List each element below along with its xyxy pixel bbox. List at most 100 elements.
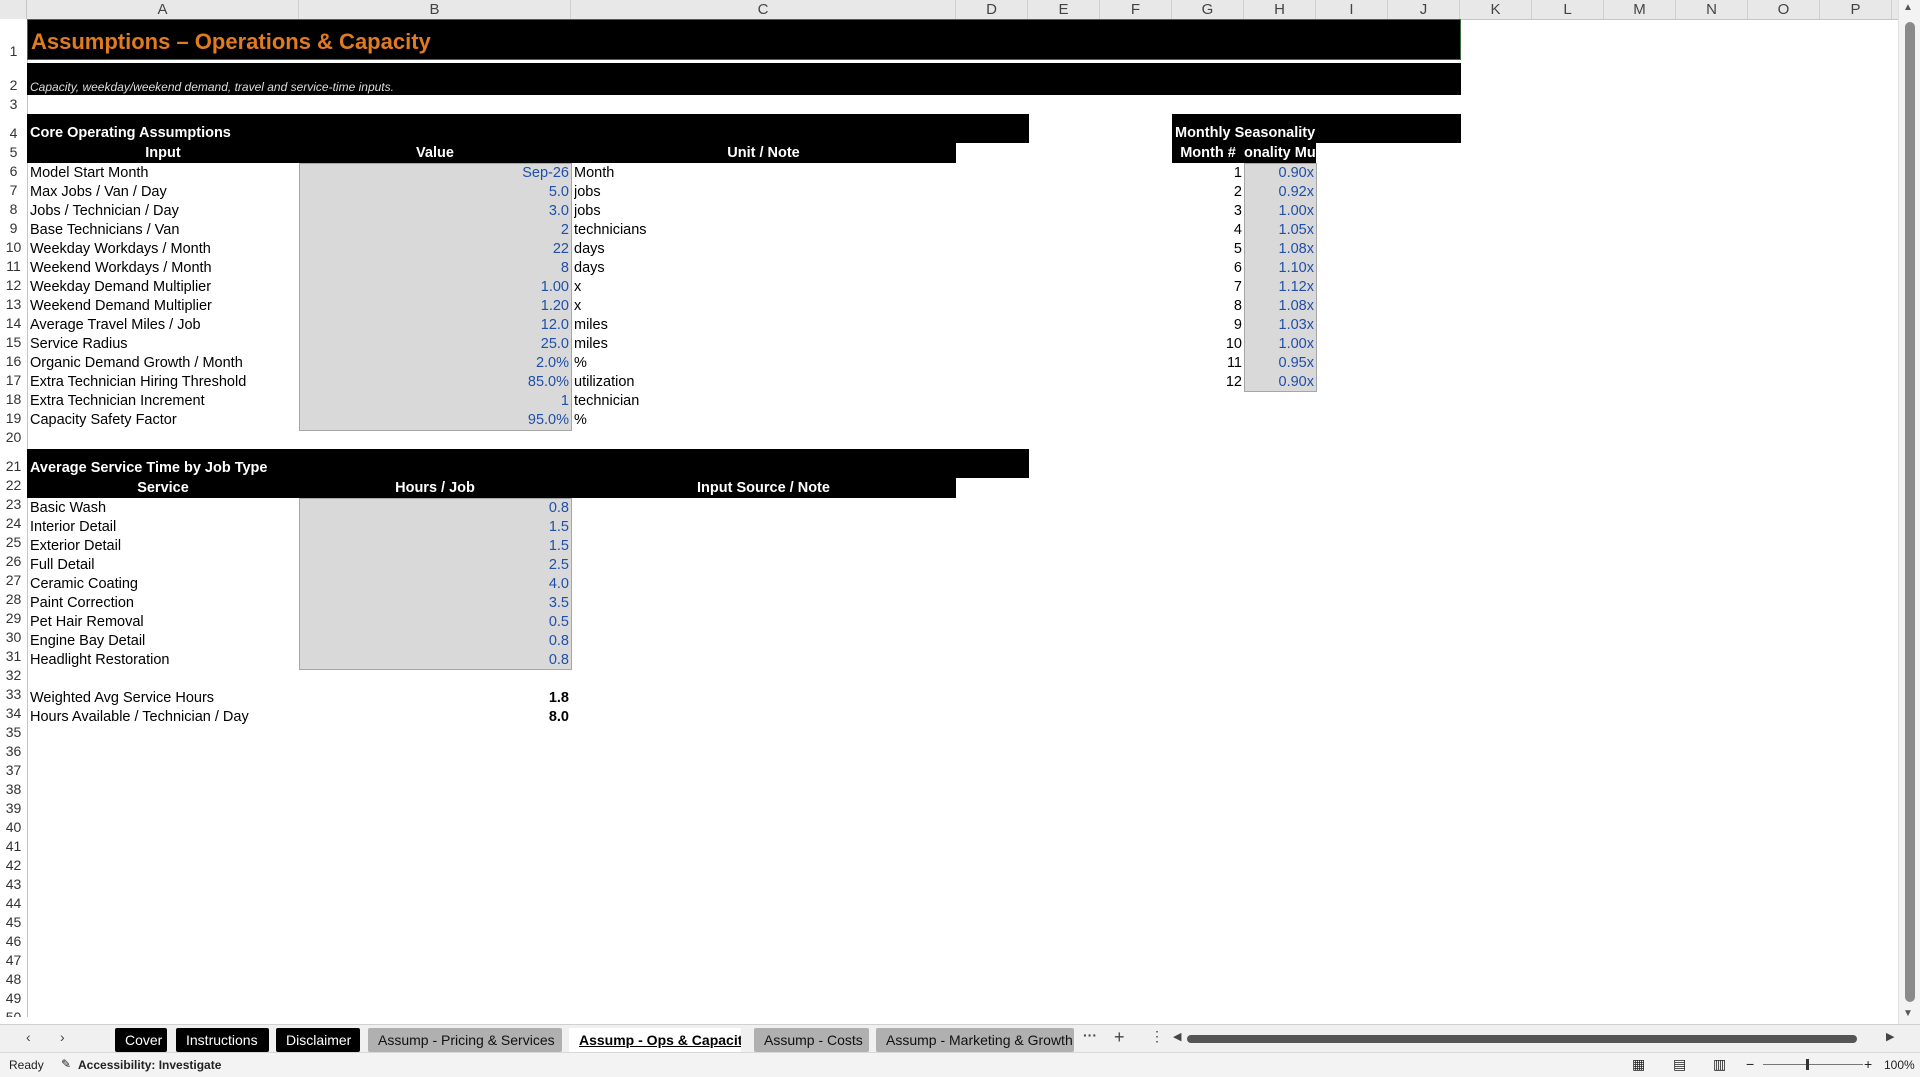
service-row-label[interactable]: Paint Correction	[30, 594, 134, 613]
row-header-23[interactable]: 23	[0, 496, 27, 512]
seasonality-multiplier[interactable]: 1.00x	[1244, 335, 1314, 354]
service-row-label[interactable]: Interior Detail	[30, 518, 116, 537]
service-row-label[interactable]: Basic Wash	[30, 499, 106, 518]
zoom-slider[interactable]	[1763, 1064, 1863, 1065]
row-header-47[interactable]: 47	[0, 952, 27, 968]
core-row-label[interactable]: Model Start Month	[30, 164, 298, 183]
service-row-hours[interactable]: 2.5	[299, 556, 569, 575]
row-header-38[interactable]: 38	[0, 781, 27, 797]
core-row-label[interactable]: Base Technicians / Van	[30, 221, 298, 240]
sheet-tab[interactable]: Cover	[115, 1028, 167, 1052]
row-header-46[interactable]: 46	[0, 933, 27, 949]
row-header-37[interactable]: 37	[0, 762, 27, 778]
column-header-i[interactable]: I	[1316, 0, 1388, 19]
core-row-unit[interactable]: %	[574, 411, 954, 430]
row-header-11[interactable]: 11	[0, 258, 27, 274]
row-header-41[interactable]: 41	[0, 838, 27, 854]
core-row-value[interactable]: 2	[299, 221, 569, 240]
vertical-scrollbar[interactable]: ▲ ▼	[1898, 0, 1920, 1024]
core-row-unit[interactable]: technician	[574, 392, 954, 411]
tab-scroll-right-icon[interactable]: ›	[60, 1029, 65, 1045]
core-row-value[interactable]: 8	[299, 259, 569, 278]
seasonality-multiplier[interactable]: 0.90x	[1244, 373, 1314, 392]
row-header-5[interactable]: 5	[0, 144, 27, 160]
service-row-label[interactable]: Full Detail	[30, 556, 94, 575]
row-header-35[interactable]: 35	[0, 724, 27, 740]
row-header-20[interactable]: 20	[0, 429, 27, 445]
row-header-18[interactable]: 18	[0, 391, 27, 407]
column-header-m[interactable]: M	[1604, 0, 1676, 19]
column-header-c[interactable]: C	[571, 0, 956, 19]
service-row-hours[interactable]: 1.5	[299, 537, 569, 556]
seasonality-multiplier[interactable]: 0.95x	[1244, 354, 1314, 373]
seasonality-month[interactable]: 12	[1172, 373, 1242, 392]
row-header-36[interactable]: 36	[0, 743, 27, 759]
zoom-out-icon[interactable]: −	[1746, 1056, 1754, 1072]
row-header-1[interactable]: 1	[0, 43, 27, 59]
seasonality-month[interactable]: 1	[1172, 164, 1242, 183]
column-header-h[interactable]: H	[1244, 0, 1316, 19]
horizontal-scroll-thumb[interactable]	[1187, 1035, 1857, 1043]
service-row-label[interactable]: Pet Hair Removal	[30, 613, 144, 632]
core-row-value[interactable]: 25.0	[299, 335, 569, 354]
core-row-label[interactable]: Weekend Demand Multiplier	[30, 297, 298, 316]
tab-options-icon[interactable]: ⋮	[1150, 1028, 1164, 1045]
scroll-down-icon[interactable]: ▼	[1903, 1008, 1913, 1019]
seasonality-multiplier[interactable]: 1.00x	[1244, 202, 1314, 221]
core-row-unit[interactable]: %	[574, 354, 954, 373]
hours-available-value[interactable]: 8.0	[299, 708, 569, 727]
seasonality-month[interactable]: 2	[1172, 183, 1242, 202]
hours-available-label[interactable]: Hours Available / Technician / Day	[30, 708, 249, 727]
seasonality-multiplier[interactable]: 0.92x	[1244, 183, 1314, 202]
row-header-22[interactable]: 22	[0, 477, 27, 493]
core-row-unit[interactable]: technicians	[574, 221, 954, 240]
core-row-label[interactable]: Weekend Workdays / Month	[30, 259, 298, 278]
row-header-39[interactable]: 39	[0, 800, 27, 816]
page-layout-icon[interactable]: ▤	[1673, 1056, 1686, 1073]
row-header-25[interactable]: 25	[0, 534, 27, 550]
service-row-hours[interactable]: 0.8	[299, 632, 569, 651]
sheet-tab[interactable]: Assump - Ops & Capacity	[569, 1028, 741, 1052]
column-header-b[interactable]: B	[299, 0, 571, 19]
core-row-unit[interactable]: x	[574, 278, 954, 297]
seasonality-month[interactable]: 11	[1172, 354, 1242, 373]
seasonality-month[interactable]: 6	[1172, 259, 1242, 278]
service-row-hours[interactable]: 0.8	[299, 651, 569, 670]
seasonality-month[interactable]: 9	[1172, 316, 1242, 335]
seasonality-month[interactable]: 8	[1172, 297, 1242, 316]
core-row-unit[interactable]: days	[574, 240, 954, 259]
core-row-label[interactable]: Organic Demand Growth / Month	[30, 354, 298, 373]
column-header-f[interactable]: F	[1100, 0, 1172, 19]
row-header-31[interactable]: 31	[0, 648, 27, 664]
core-row-value[interactable]: 85.0%	[299, 373, 569, 392]
column-header-g[interactable]: G	[1172, 0, 1244, 19]
tab-scroll-left-icon[interactable]: ‹	[26, 1029, 31, 1045]
weighted-avg-label[interactable]: Weighted Avg Service Hours	[30, 689, 214, 708]
core-row-unit[interactable]: x	[574, 297, 954, 316]
zoom-level[interactable]: 100%	[1884, 1058, 1915, 1072]
row-header-27[interactable]: 27	[0, 572, 27, 588]
column-header-o[interactable]: O	[1748, 0, 1820, 19]
row-header-29[interactable]: 29	[0, 610, 27, 626]
seasonality-month[interactable]: 7	[1172, 278, 1242, 297]
row-header-16[interactable]: 16	[0, 353, 27, 369]
row-header-50[interactable]: 50	[0, 1009, 27, 1017]
service-row-label[interactable]: Ceramic Coating	[30, 575, 138, 594]
scroll-up-icon[interactable]: ▲	[1903, 2, 1913, 13]
row-header-9[interactable]: 9	[0, 220, 27, 236]
sheet-tab[interactable]: Assump - Costs	[754, 1028, 869, 1052]
row-header-24[interactable]: 24	[0, 515, 27, 531]
row-header-13[interactable]: 13	[0, 296, 27, 312]
seasonality-multiplier[interactable]: 1.05x	[1244, 221, 1314, 240]
row-header-28[interactable]: 28	[0, 591, 27, 607]
core-row-label[interactable]: Service Radius	[30, 335, 298, 354]
row-header-2[interactable]: 2	[0, 77, 27, 93]
core-row-value[interactable]: 22	[299, 240, 569, 259]
core-row-value[interactable]: 5.0	[299, 183, 569, 202]
seasonality-month[interactable]: 5	[1172, 240, 1242, 259]
row-header-26[interactable]: 26	[0, 553, 27, 569]
vertical-scroll-thumb[interactable]	[1905, 22, 1915, 1002]
column-header-n[interactable]: N	[1676, 0, 1748, 19]
seasonality-month[interactable]: 10	[1172, 335, 1242, 354]
select-all-corner[interactable]	[0, 0, 27, 19]
